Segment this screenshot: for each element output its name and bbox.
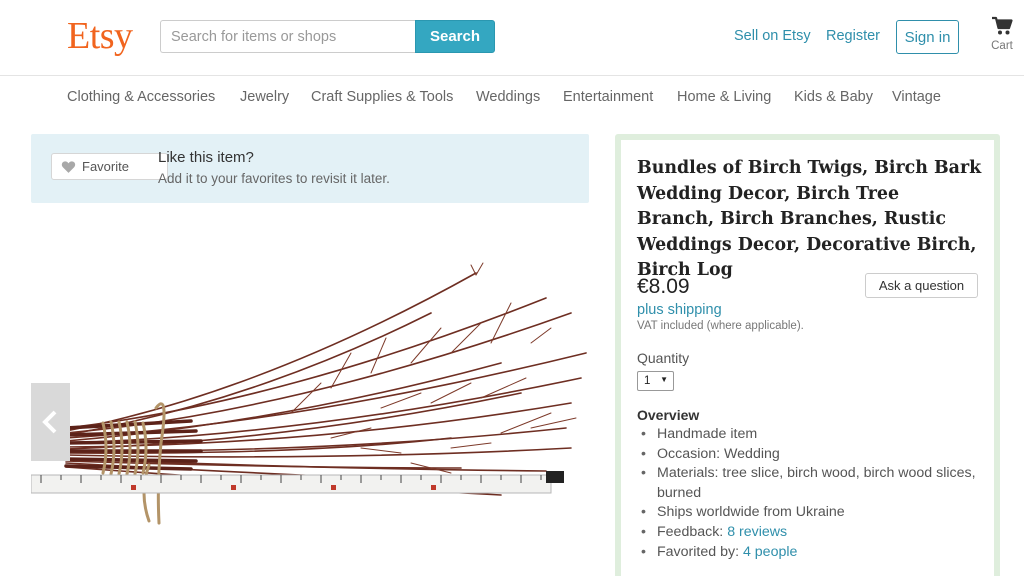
cart-button[interactable]: Cart	[984, 16, 1020, 60]
nav-jewelry[interactable]: Jewelry	[240, 89, 289, 105]
sell-on-etsy-link[interactable]: Sell on Etsy	[734, 28, 811, 44]
nav-kids-baby[interactable]: Kids & Baby	[794, 89, 873, 105]
favorited-by-link[interactable]: 4 people	[743, 544, 797, 560]
register-link[interactable]: Register	[826, 28, 880, 44]
product-image[interactable]	[31, 203, 589, 576]
search-input[interactable]	[160, 20, 416, 53]
nav-clothing-accessories[interactable]: Clothing & Accessories	[67, 89, 215, 105]
listing-title: Bundles of Birch Twigs, Birch Bark Weddi…	[637, 158, 982, 280]
overview-list: Handmade item Occasion: Wedding Material…	[637, 425, 982, 562]
sign-in-button[interactable]: Sign in	[896, 20, 959, 54]
birch-twigs-photo	[31, 262, 587, 525]
listing-price: €8.09	[637, 275, 690, 298]
nav-weddings[interactable]: Weddings	[476, 89, 540, 105]
favorited-label: Favorited by:	[657, 543, 743, 560]
nav-vintage[interactable]: Vintage	[892, 89, 941, 105]
site-header: Etsy Search Sell on Etsy Register Sign i…	[0, 0, 1024, 76]
heart-icon	[61, 161, 76, 173]
nav-entertainment[interactable]: Entertainment	[563, 89, 653, 105]
quantity-label: Quantity	[637, 350, 690, 366]
caret-down-icon: ▼	[660, 375, 668, 384]
ask-question-button[interactable]: Ask a question	[865, 273, 978, 298]
shipping-link[interactable]: plus shipping	[637, 302, 722, 318]
quantity-value: 1	[644, 375, 651, 387]
favorite-prompt-subtitle: Add it to your favorites to revisit it l…	[158, 171, 390, 186]
favorite-button[interactable]: Favorite	[51, 153, 168, 180]
cart-icon	[992, 16, 1013, 35]
nav-home-living[interactable]: Home & Living	[677, 89, 771, 105]
vat-note: VAT included (where applicable).	[637, 320, 804, 332]
chevron-left-icon	[42, 410, 57, 434]
category-nav: Clothing & Accessories Jewelry Craft Sup…	[0, 77, 1024, 117]
etsy-logo[interactable]: Etsy	[67, 14, 133, 58]
quantity-select[interactable]: 1 ▼	[637, 371, 674, 391]
overview-item-ships: Ships worldwide from Ukraine	[637, 503, 982, 523]
favorite-button-label: Favorite	[82, 159, 129, 174]
previous-image-button[interactable]	[31, 383, 70, 461]
overview-item-occasion: Occasion: Wedding	[637, 445, 982, 465]
overview-item-materials: Materials: tree slice, birch wood, birch…	[637, 464, 982, 503]
favorite-prompt-title: Like this item?	[158, 149, 254, 166]
nav-craft-supplies-tools[interactable]: Craft Supplies & Tools	[311, 89, 453, 105]
feedback-label: Feedback:	[657, 523, 728, 540]
overview-item-handmade: Handmade item	[637, 425, 982, 445]
cart-label: Cart	[991, 40, 1013, 52]
search-button[interactable]: Search	[415, 20, 495, 53]
favorite-banner: Favorite Like this item? Add it to your …	[31, 134, 589, 203]
reviews-link[interactable]: 8 reviews	[727, 524, 787, 540]
overview-item-feedback: Feedback: 8 reviews	[637, 523, 982, 543]
overview-title: Overview	[637, 407, 700, 423]
overview-item-favorited: Favorited by: 4 people	[637, 543, 982, 563]
